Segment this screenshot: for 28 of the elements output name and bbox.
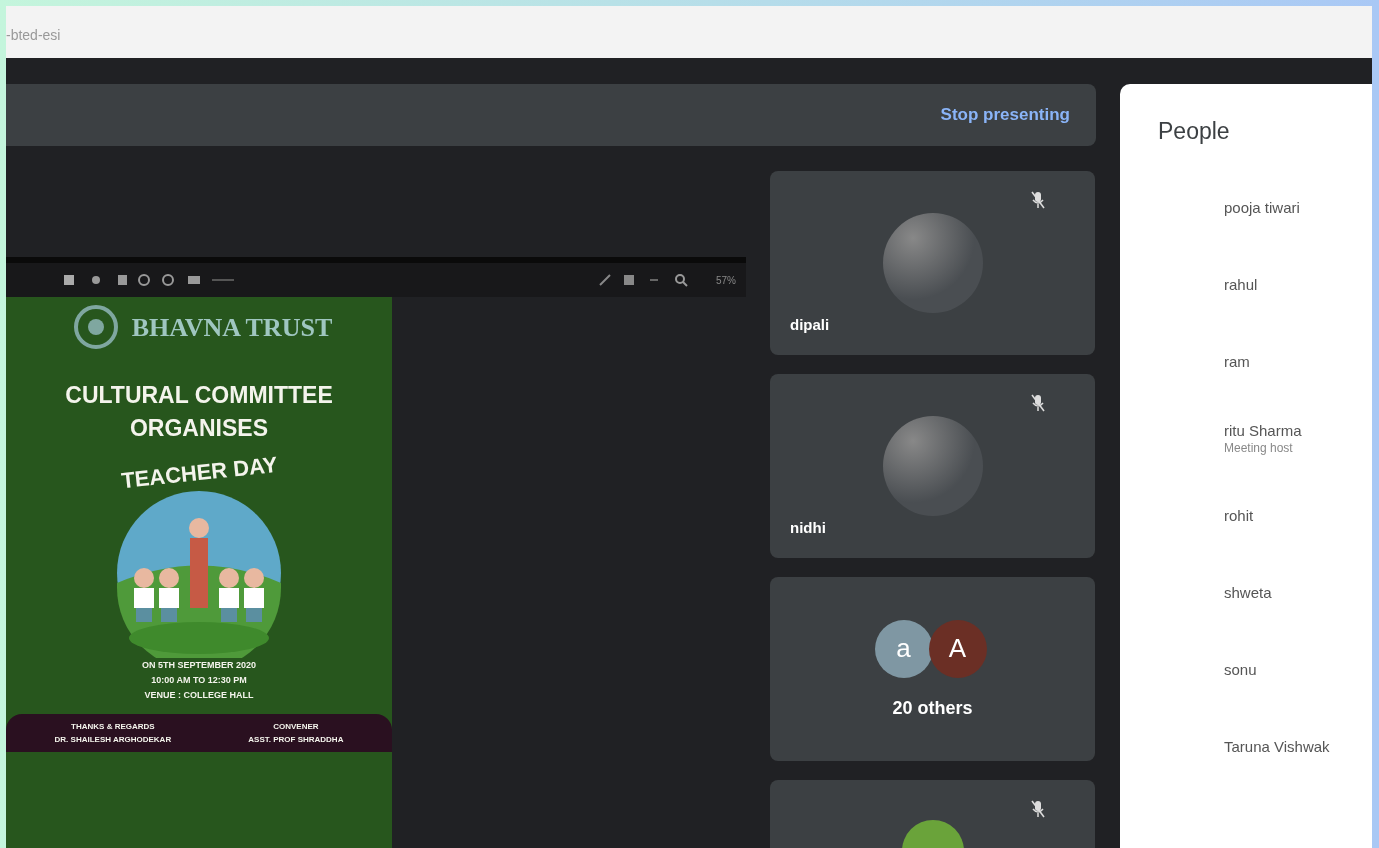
member-name[interactable]: pooja tiwari (1224, 199, 1372, 216)
avatar-letter: A (928, 619, 987, 678)
member-name[interactable]: rahul (1224, 276, 1372, 293)
member-name[interactable]: ritu Sharma (1224, 422, 1372, 439)
footer-name: DR. SHAILESH ARGHODEKAR (54, 734, 172, 744)
panel-title: People (1158, 118, 1231, 145)
member-name[interactable]: shweta (1224, 584, 1372, 601)
event-detail: ON 5TH SEPTEMBER 2020 (141, 658, 256, 672)
member-name[interactable]: rohit (1224, 507, 1372, 524)
organization-name: BHAVNA TRUST (131, 313, 333, 343)
participant-name: nidhi (790, 519, 826, 536)
member-name[interactable]: ram (1224, 353, 1372, 370)
footer-title: CONVENER (273, 721, 319, 731)
event-detail: VENUE : COLLEGE HALL (144, 689, 254, 703)
event-detail: 10:00 AM TO 12:30 PM (151, 674, 247, 687)
member-role: Meeting host (1224, 441, 1294, 455)
zoom-level: 57% (716, 274, 736, 286)
poster-headline: CULTURAL COMMITTEE (65, 381, 333, 410)
stop-presenting-button[interactable]: Stop presenting (934, 104, 1076, 126)
avatar-letter: a (874, 619, 933, 678)
footer-title: THANKS & REGARDS (71, 721, 155, 731)
poster-headline: ORGANISES (130, 414, 268, 444)
others-count: 20 others (892, 697, 973, 719)
footer-name: ASST. PROF SHRADDHA (248, 734, 344, 744)
member-name[interactable]: Taruna Vishwak (1224, 738, 1372, 755)
participant-name: dipali (790, 316, 830, 333)
member-name[interactable]: sonu (1224, 661, 1372, 678)
poster-badge-title: TEACHER DAY (119, 451, 279, 494)
